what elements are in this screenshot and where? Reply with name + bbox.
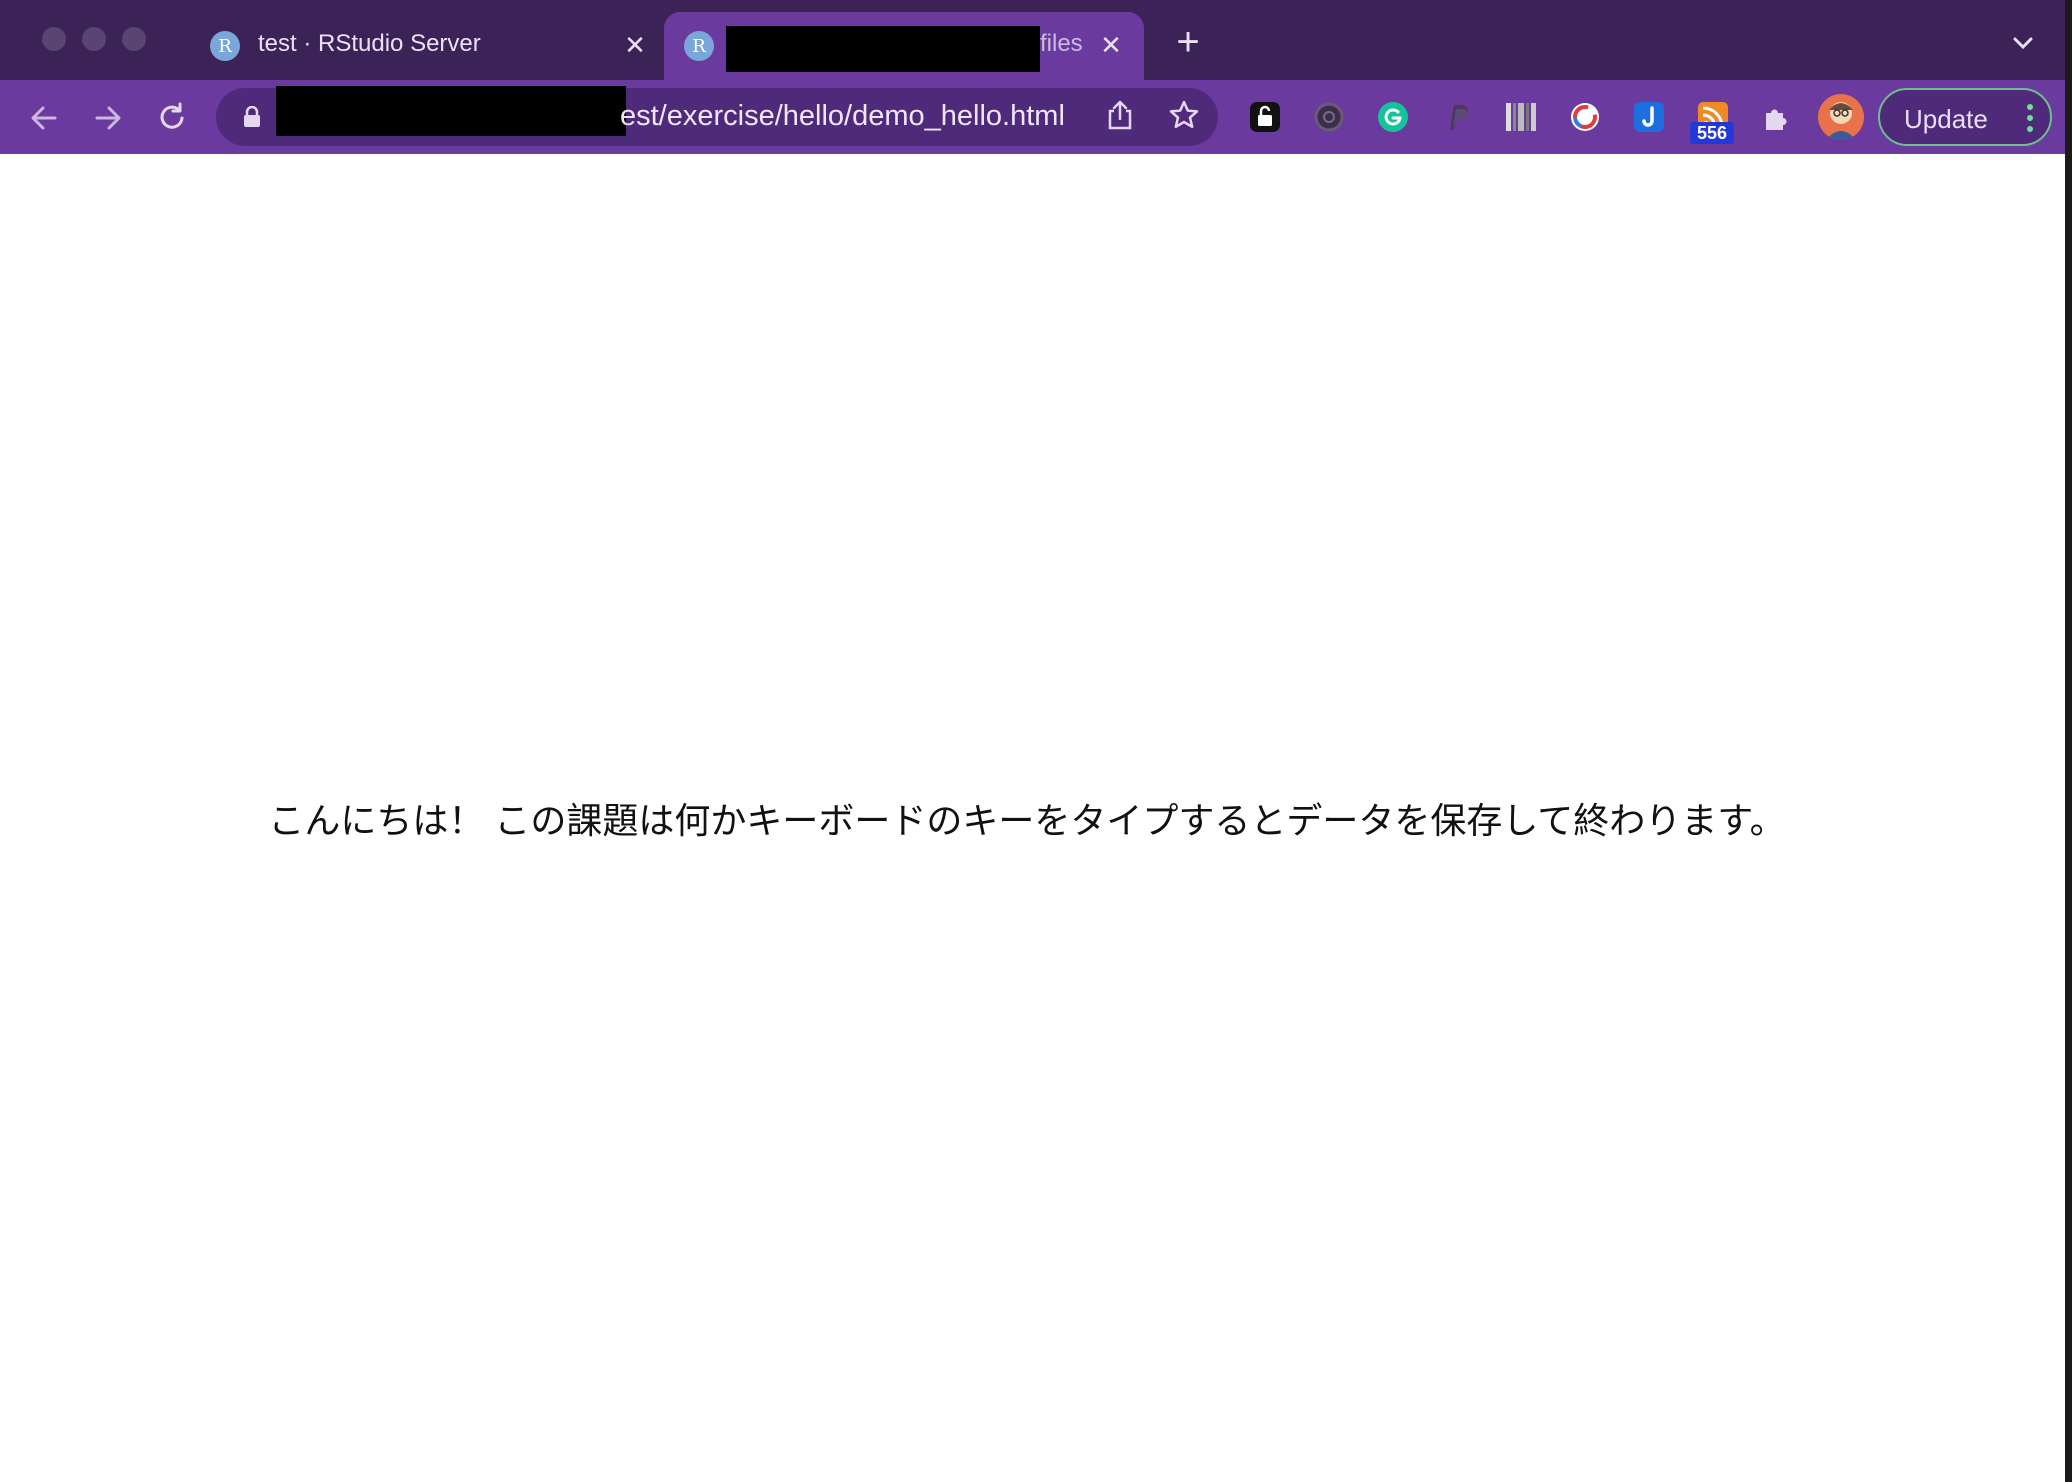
window-close-button[interactable] [42, 27, 66, 51]
chevron-down-icon[interactable] [2008, 28, 2038, 58]
tab-rstudio[interactable]: R test · RStudio Server ✕ [190, 12, 660, 80]
rstudio-favicon-icon: R [684, 31, 714, 61]
profile-avatar[interactable] [1818, 94, 1864, 140]
greeting-message: こんにちは！ この課題は何かキーボードのキーをタイプするとデータを保存して終わり… [268, 800, 1786, 841]
browser-toolbar: est/exercise/hello/demo_hello.html 556 U… [0, 80, 2065, 154]
url-text: est/exercise/hello/demo_hello.html [620, 100, 1065, 132]
tab-title: test · RStudio Server [258, 30, 481, 57]
j-extension-icon[interactable] [1630, 98, 1668, 136]
kebab-menu-icon[interactable] [2026, 104, 2034, 132]
tab-demo-hello[interactable]: R files ✕ [664, 12, 1144, 80]
back-icon[interactable] [24, 98, 64, 138]
update-label: Update [1904, 104, 1988, 134]
update-button[interactable]: Update [1878, 88, 2052, 146]
window-edge [2065, 0, 2072, 1482]
unread-count-badge: 556 [1690, 122, 1734, 144]
close-tab-icon[interactable]: ✕ [1094, 28, 1128, 62]
share-icon[interactable] [1102, 97, 1138, 133]
puzzle-icon[interactable] [1758, 98, 1796, 136]
page-viewport: こんにちは！ この課題は何かキーボードのキーをタイプするとデータを保存して終わり… [2, 154, 2065, 1480]
redacted-block [726, 26, 1040, 72]
lock-extension-icon[interactable] [1246, 98, 1284, 136]
window-minimize-button[interactable] [82, 27, 106, 51]
tab-strip: R test · RStudio Server ✕ R files ✕ + [0, 0, 2065, 80]
new-tab-button[interactable]: + [1170, 22, 1206, 62]
grammarly-icon[interactable] [1374, 98, 1412, 136]
rstudio-favicon-icon: R [210, 31, 240, 61]
tab-title: files [1040, 30, 1083, 57]
paypal-icon[interactable] [1438, 98, 1476, 136]
redacted-block [276, 86, 626, 136]
close-tab-icon[interactable]: ✕ [618, 28, 652, 62]
browser-window: R test · RStudio Server ✕ R files ✕ + es… [0, 0, 2065, 1482]
circle-extension-icon[interactable] [1310, 98, 1348, 136]
forward-icon[interactable] [88, 98, 128, 138]
star-icon[interactable] [1166, 97, 1202, 133]
ring-extension-icon[interactable] [1566, 98, 1604, 136]
reload-icon[interactable] [152, 98, 192, 138]
barcode-icon[interactable] [1502, 98, 1540, 136]
lock-icon[interactable] [242, 105, 262, 128]
window-maximize-button[interactable] [122, 27, 146, 51]
